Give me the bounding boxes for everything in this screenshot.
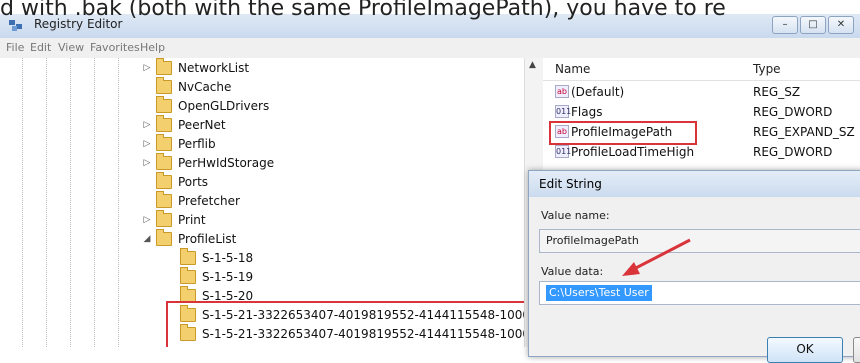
annotation-arrow-icon — [622, 238, 691, 276]
article-caption-text: d with .bak (both with the same ProfileI… — [0, 0, 726, 21]
